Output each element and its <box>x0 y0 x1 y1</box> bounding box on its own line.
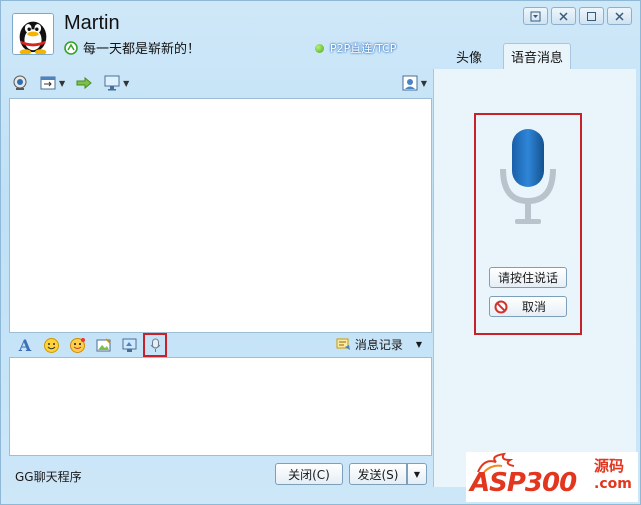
tab-avatar[interactable]: 头像 <box>435 43 503 69</box>
site-watermark: ASP300 源码 .com <box>466 452 638 502</box>
connection-status-text: P2P直连/TCP <box>330 42 397 55</box>
status-icon <box>64 40 78 55</box>
emoticon-button[interactable] <box>41 335 61 355</box>
video-icon <box>13 75 27 90</box>
skin-button[interactable] <box>551 7 576 25</box>
bottom-bar: GG聊天程序 关闭(C) 发送(S) ▼ <box>9 461 432 487</box>
side-tabs: 头像 语音消息 <box>435 43 571 69</box>
contact-name: Martin <box>64 12 120 34</box>
microphone-icon <box>500 129 556 224</box>
program-name: GG聊天程序 <box>15 470 82 484</box>
screenshot-icon <box>96 337 111 351</box>
chat-window: Martin 每一天都是崭新的！ P2P直连/TCP ▼ ▼ ▼ A 消息记录 … <box>0 0 641 505</box>
press-to-talk-button[interactable]: 请按住说话 <box>489 267 567 288</box>
send-file-button[interactable] <box>75 74 93 92</box>
emoticon-icon <box>43 337 59 353</box>
font-button[interactable]: A <box>15 335 35 355</box>
cancel-label: 取消 <box>522 300 547 314</box>
send-button[interactable]: 发送(S) <box>349 463 407 485</box>
remote-desktop-icon <box>104 75 120 91</box>
connection-dot-icon <box>315 43 324 53</box>
remote-desktop-caret-icon[interactable]: ▼ <box>123 79 129 88</box>
menu-icon <box>530 11 541 21</box>
font-icon: A <box>18 335 32 355</box>
watermark-cn: 源码 <box>594 457 625 475</box>
tab-voice-message[interactable]: 语音消息 <box>503 43 571 69</box>
screen-share-button[interactable] <box>119 335 139 355</box>
signature-row: 每一天都是崭新的！ <box>64 38 200 57</box>
menu-button[interactable] <box>523 7 548 25</box>
penguin-avatar-icon <box>13 14 53 54</box>
contact-card-button[interactable]: ▼ <box>401 74 427 92</box>
message-history-area[interactable] <box>9 98 432 333</box>
close-icon <box>559 11 568 21</box>
close-icon <box>615 11 624 21</box>
send-options-button[interactable]: ▼ <box>407 463 427 485</box>
message-history-caret-icon[interactable]: ▼ <box>416 340 422 349</box>
magic-emoticon-button[interactable] <box>67 335 87 355</box>
minimize-icon <box>587 11 596 21</box>
watermark-domain: .com <box>594 476 632 492</box>
close-button[interactable] <box>607 7 632 25</box>
video-button[interactable] <box>11 74 29 92</box>
chat-history-icon <box>336 338 350 350</box>
remote-desktop-button[interactable]: ▼ <box>103 74 129 92</box>
magic-emoticon-icon <box>69 337 85 353</box>
message-input[interactable] <box>9 357 432 456</box>
minimize-button[interactable] <box>579 7 604 25</box>
chevron-down-icon: ▼ <box>413 469 421 479</box>
screen-share-icon <box>122 338 136 352</box>
message-history-label: 消息记录 <box>354 338 403 352</box>
contact-card-caret-icon[interactable]: ▼ <box>421 79 427 88</box>
avatar[interactable] <box>12 13 54 55</box>
file-transfer-icon <box>40 76 56 90</box>
signature-text: 每一天都是崭新的！ <box>83 42 201 57</box>
voice-message-icon <box>150 338 160 352</box>
chat-header: Martin 每一天都是崭新的！ P2P直连/TCP <box>1 1 431 69</box>
cancel-recording-button[interactable]: 取消 <box>489 296 567 317</box>
chat-toolbar: ▼ ▼ ▼ <box>11 71 431 95</box>
cancel-icon <box>494 300 508 313</box>
voice-message-button[interactable] <box>143 333 167 357</box>
message-history-button[interactable]: 消息记录 ▼ <box>336 336 422 353</box>
screenshot-button[interactable] <box>93 335 113 355</box>
close-chat-button[interactable]: 关闭(C) <box>275 463 343 485</box>
format-toolbar: A 消息记录 ▼ <box>9 333 432 357</box>
window-controls <box>523 7 632 25</box>
watermark-brand: ASP300 <box>470 468 577 498</box>
file-transfer-button[interactable]: ▼ <box>39 74 65 92</box>
connection-status: P2P直连/TCP <box>315 40 396 56</box>
file-transfer-caret-icon[interactable]: ▼ <box>59 79 65 88</box>
arrow-icon <box>76 76 92 90</box>
contact-card-icon <box>402 75 418 91</box>
